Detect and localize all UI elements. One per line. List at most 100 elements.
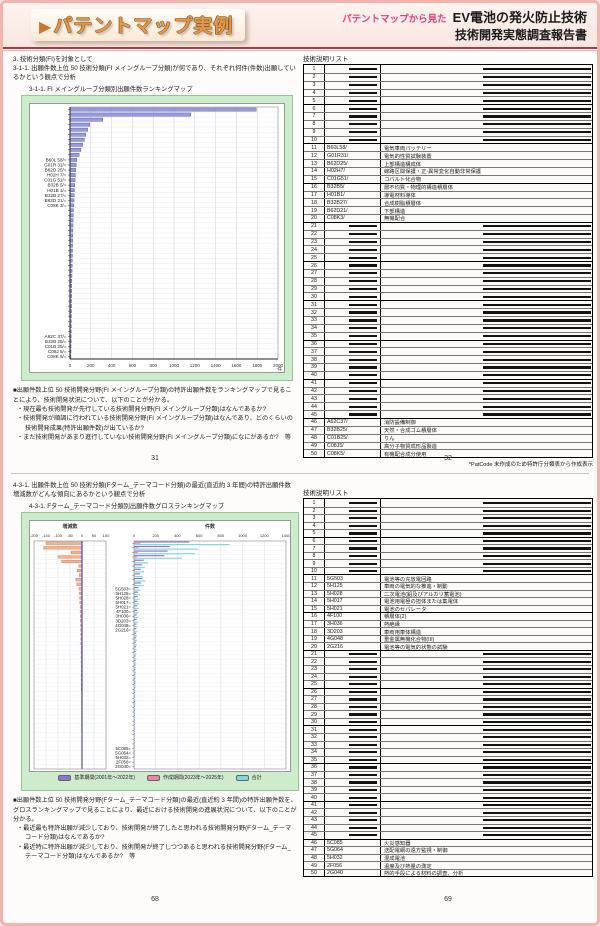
- findings-intro-2: ■出願件数上位 50 技術開発分野(Fターム_テーマコード分類)の最近(直近約 …: [13, 797, 297, 823]
- redaction-bar: [349, 358, 377, 361]
- table-row: 46 A62C37/消防設備制御: [304, 417, 592, 426]
- table-row: 33: [304, 316, 592, 324]
- svg-text:200: 200: [152, 533, 159, 538]
- redaction-bar: [482, 240, 591, 244]
- findings-list: ・現在最も技術開発が先行している技術開発分野(FI メイングループ分類)はなんで…: [13, 405, 297, 442]
- table-row: 24: [304, 672, 592, 681]
- redaction-bar: [482, 123, 591, 126]
- redaction-bar: [349, 327, 377, 330]
- redaction-bar: [349, 233, 377, 236]
- table-row: 25: [304, 680, 592, 688]
- gross-chart-box: 増減数 件数 -200 -150 -100 -50 0 50 100 0 200 400 600 800 1…: [21, 512, 299, 792]
- table-row: 41: [304, 800, 592, 809]
- redaction-bar: [482, 91, 591, 95]
- redaction-bar: [482, 736, 591, 739]
- redaction-bar: [482, 819, 591, 822]
- redaction-bar: [349, 501, 377, 504]
- redaction-bar: [482, 524, 591, 527]
- svg-text:800: 800: [218, 533, 225, 538]
- table-row: 46 5C085 火災感知器: [304, 838, 592, 847]
- table-row: 17 H01B1/導電材料導体: [304, 190, 592, 199]
- redaction-bar: [482, 115, 591, 118]
- redaction-bar: [482, 781, 591, 784]
- gross-chart: 増減数 件数-200 -150 -100 -50 0 50 100 0 200 400 600 800 1…: [30, 523, 290, 770]
- table-row: 50 2G040 熱的手段による材料の調査、分析: [304, 868, 592, 877]
- redaction-bar: [349, 773, 377, 777]
- redaction-bar: [349, 115, 377, 118]
- redaction-bar: [349, 342, 377, 346]
- table-row: 39: [304, 363, 592, 371]
- tech-list-column-2: 技術説明リスト 1 2 3 4 5 6 7 8 9 10 11 5G503 電池等の充放電回路 12 5H1…: [303, 487, 593, 878]
- redaction-bar: [349, 668, 377, 671]
- redaction-bar: [482, 287, 591, 291]
- svg-text:C08K 5/=: C08K 5/=: [47, 354, 67, 359]
- table-row: 34: [304, 323, 592, 332]
- redaction-bar: [482, 517, 591, 520]
- table-row: 7: [304, 112, 592, 120]
- svg-text:1000: 1000: [169, 363, 180, 368]
- redaction-bar: [349, 721, 377, 724]
- redaction-bar: [349, 225, 377, 228]
- redaction-bar: [349, 728, 377, 731]
- table-row: 2: [304, 72, 592, 81]
- redaction-bar: [349, 264, 377, 267]
- redaction-bar: [482, 76, 591, 79]
- redaction-bar: [482, 256, 591, 259]
- svg-text:件数: 件数: [205, 523, 216, 530]
- table-row: 35: [304, 755, 592, 764]
- table-row: 48 C01B25/りん: [304, 433, 592, 442]
- table-row: 37: [304, 347, 592, 356]
- table-row: 1: [304, 65, 592, 73]
- redaction-bar: [349, 287, 377, 291]
- table-row: 22: [304, 229, 592, 238]
- redaction-bar: [349, 811, 377, 814]
- ranking-chart-box: 0 200 400 600 800 1000 1200 1400 1600 1800 2000 B60…: [21, 95, 293, 382]
- redaction-bar: [349, 405, 377, 408]
- svg-text:増減数: 増減数: [62, 523, 78, 530]
- table-row: 32: [304, 732, 592, 741]
- section-divider: [11, 473, 589, 474]
- redaction-bar: [482, 374, 591, 377]
- table-row: 40: [304, 370, 592, 379]
- table-row: 45: [304, 410, 592, 418]
- table-row: 31: [304, 725, 592, 733]
- table-row: 3: [304, 514, 592, 522]
- page-number-32: 32: [444, 455, 452, 462]
- table-row: 5: [304, 96, 592, 105]
- redaction-bar: [349, 751, 377, 754]
- table-row: 10: [304, 566, 592, 575]
- table-row: 36: [304, 763, 592, 771]
- table-row: 34: [304, 748, 592, 756]
- svg-text:-200: -200: [30, 533, 39, 538]
- table-row: 14 H02H7/線路区間保護・正-異常変化自動非常保護: [304, 166, 592, 175]
- redaction-bar: [482, 311, 591, 314]
- redaction-bar: [349, 713, 377, 716]
- table-row: 33: [304, 740, 592, 749]
- table-row: 31: [304, 300, 592, 309]
- table-row: 30: [304, 717, 592, 726]
- redaction-bar: [482, 99, 591, 102]
- redaction-bar: [349, 690, 377, 694]
- finding-bullet: ・最近最も特許出願が減少しており、技術開発が終了したと思われる技術開発分野(Fタ…: [17, 825, 292, 842]
- table-row: 12 5H125 車両の電気的な推進・制動: [304, 582, 592, 590]
- svg-text:1400: 1400: [211, 363, 222, 368]
- redaction-bar: [482, 366, 591, 369]
- redaction-bar: [482, 751, 591, 754]
- svg-text:-150: -150: [42, 533, 51, 538]
- table-row: 5: [304, 529, 592, 537]
- table-row: 2: [304, 506, 592, 515]
- table-row: 20 2G216 電池等の電気的状態の試験: [304, 642, 592, 651]
- redaction-bar: [349, 660, 377, 663]
- redaction-bar: [482, 690, 591, 694]
- finding-bullet: ・現在最も技術開発が先行している技術開発分野(FI メイングループ分類)はなんで…: [17, 405, 266, 413]
- redaction-bar: [349, 76, 377, 79]
- redaction-bar: [482, 698, 591, 701]
- table-row: 26: [304, 261, 592, 269]
- finding-bullet: ・技術開発が順調に行われている技術開発分野(FI メイングループ分類)はなんであ…: [17, 415, 293, 432]
- table-row: 13 B62D25/上部構造構成体: [304, 159, 592, 168]
- table-row: 12 G01R31/電気的性質試験装置: [304, 151, 592, 160]
- finding-bullet: ・まだ技術開発があまり進行していない技術開発分野(FI メイングループ分類)にな…: [17, 433, 291, 441]
- svg-text:2G040=: 2G040=: [115, 764, 131, 769]
- table-row: 36: [304, 339, 592, 348]
- legend-label: 基準期間(2001年～2022年): [74, 775, 135, 782]
